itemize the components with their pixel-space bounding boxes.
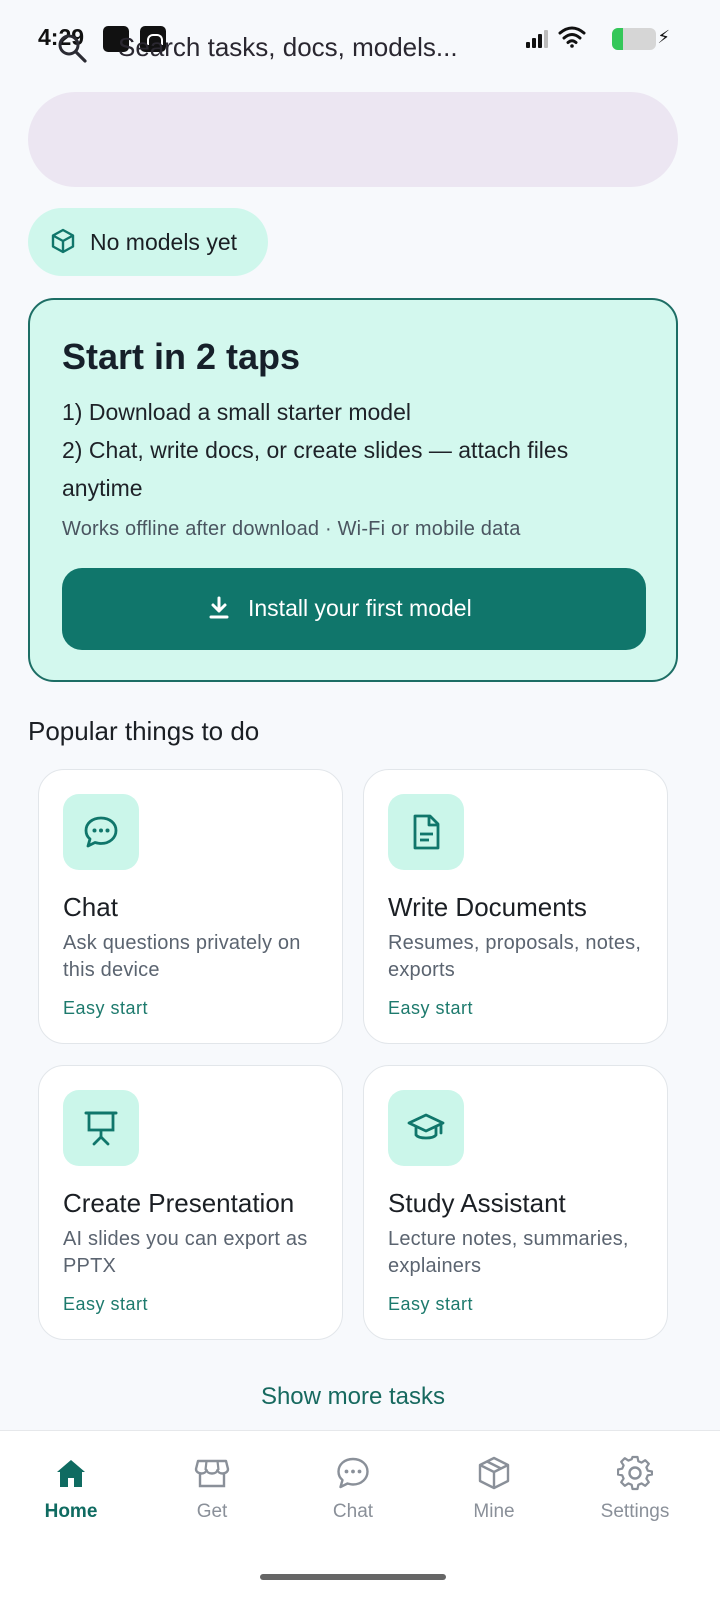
task-title: Create Presentation (63, 1188, 295, 1218)
chat-bubble-icon (84, 816, 118, 848)
task-title: Write Documents (388, 892, 587, 922)
install-button-label: Install your first model (248, 595, 472, 621)
nav-label: Chat (332, 1501, 374, 1522)
task-description: AI slides you can export as PPTX (63, 1228, 308, 1277)
task-tag: Easy start (63, 998, 149, 1018)
onboarding-step-1: 1) Download a small starter model (62, 399, 411, 425)
nav-label: Home (44, 1501, 98, 1522)
download-icon (209, 596, 229, 619)
task-icon-box (63, 1090, 139, 1166)
search-input[interactable]: Search tasks, docs, models... (118, 32, 458, 63)
onboarding-card: Start in 2 taps 1) Download a small star… (28, 298, 678, 682)
onboarding-note: Works offline after download · Wi-Fi or … (62, 518, 521, 540)
task-card-create-presentation[interactable]: Create Presentation AI slides you can ex… (38, 1065, 343, 1340)
charging-icon: ⚡ (657, 27, 670, 47)
nav-label: Get (196, 1501, 228, 1522)
battery-icon (612, 28, 656, 50)
task-card-chat[interactable]: Chat Ask questions privately on this dev… (38, 769, 343, 1044)
nav-home[interactable]: Home (11, 1455, 131, 1555)
signal-bar (526, 42, 530, 48)
box-icon (478, 1456, 510, 1490)
search-icon[interactable] (56, 32, 88, 64)
install-model-button[interactable]: Install your first model (62, 568, 646, 650)
nav-chat[interactable]: Chat (293, 1455, 413, 1555)
chat-icon (337, 1457, 369, 1489)
task-description: Resumes, proposals, notes, exports (388, 932, 642, 981)
task-tag: Easy start (388, 998, 474, 1018)
document-icon (413, 814, 440, 850)
task-icon-box (388, 1090, 464, 1166)
nav-label: Settings (600, 1501, 670, 1522)
graduation-cap-icon (407, 1113, 445, 1140)
signal-bar (544, 30, 548, 48)
status-indicators: ⚡ (520, 26, 720, 56)
cube-icon (51, 228, 75, 254)
task-icon-box (63, 794, 139, 870)
home-icon (57, 1460, 85, 1487)
chip-label: No models yet (90, 229, 238, 255)
home-indicator[interactable] (260, 1574, 446, 1580)
presentation-icon (84, 1111, 118, 1146)
task-title: Chat (63, 892, 118, 922)
onboarding-title: Start in 2 taps (62, 336, 301, 377)
nav-get[interactable]: Get (152, 1455, 272, 1555)
task-tag: Easy start (63, 1294, 149, 1314)
signal-bar (538, 34, 542, 48)
onboarding-step-2: 2) Chat, write docs, or create slides — … (62, 437, 569, 501)
section-title: Popular things to do (28, 716, 260, 746)
search-bar[interactable] (28, 92, 678, 187)
task-description: Lecture notes, summaries, explainers (388, 1228, 629, 1277)
nav-label: Mine (473, 1501, 515, 1522)
battery-fill (612, 28, 623, 50)
wifi-icon (558, 26, 586, 48)
signal-bar (532, 38, 536, 48)
task-icon-box (388, 794, 464, 870)
store-icon (194, 1459, 230, 1488)
nav-mine[interactable]: Mine (434, 1455, 554, 1555)
show-more-tasks-link[interactable]: Show more tasks (0, 1383, 706, 1411)
gear-icon (617, 1455, 653, 1491)
task-card-study-assistant[interactable]: Study Assistant Lecture notes, summaries… (363, 1065, 668, 1340)
task-title: Study Assistant (388, 1188, 566, 1218)
nav-settings[interactable]: Settings (575, 1455, 695, 1555)
task-tag: Easy start (388, 1294, 474, 1314)
task-description: Ask questions privately on this device (63, 932, 301, 981)
task-card-write-documents[interactable]: Write Documents Resumes, proposals, note… (363, 769, 668, 1044)
